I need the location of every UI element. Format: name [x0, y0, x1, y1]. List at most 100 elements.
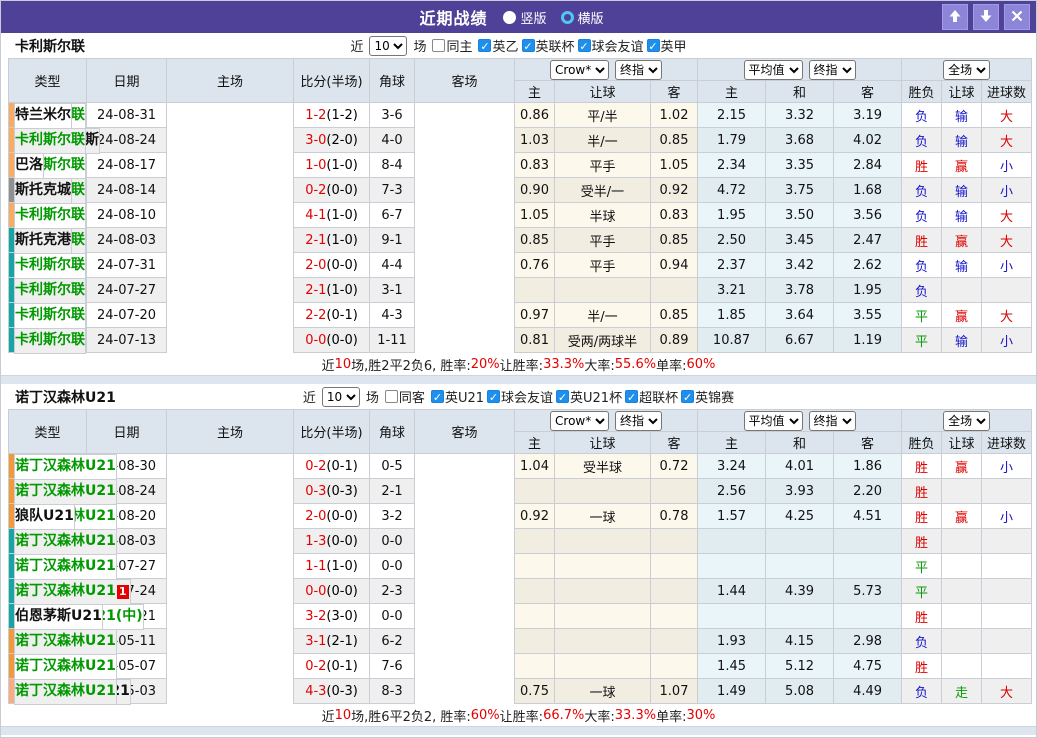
- team-name: 诺丁汉森林U21: [15, 389, 116, 406]
- checkbox-checked-icon[interactable]: ✓: [556, 390, 570, 404]
- odds-away: 0.85: [649, 302, 699, 328]
- team-label: 诺丁汉森林U21: [15, 482, 116, 499]
- checkbox-checked-icon[interactable]: ✓: [646, 39, 660, 53]
- handicap-line: [554, 603, 651, 629]
- near-label: 近: [350, 40, 364, 55]
- checkbox-unchecked-icon[interactable]: [384, 390, 398, 403]
- checkbox-checked-icon[interactable]: ✓: [577, 39, 591, 53]
- checkbox-checked-icon[interactable]: ✓: [478, 39, 492, 53]
- corner-score: 0-0: [369, 528, 415, 554]
- result-handicap: [941, 603, 983, 629]
- league-filter[interactable]: ✓ 英U21: [430, 387, 484, 406]
- avg-odds-select[interactable]: 平均值: [743, 59, 803, 80]
- col-header-score: 比分(半场): [293, 409, 370, 454]
- score: 2-2(0-1): [293, 302, 370, 328]
- half-time-score: (1-0): [326, 558, 358, 574]
- full-time-score: 0-0: [305, 332, 327, 348]
- match-scope-group: 全场: [901, 58, 1033, 81]
- checkbox-checked-icon[interactable]: ✓: [521, 39, 535, 53]
- corner-score: 1-11: [369, 327, 415, 353]
- corner-score: 7-3: [369, 177, 415, 203]
- league-filter[interactable]: ✓ 超联杯: [625, 387, 678, 406]
- summary-value: 10: [334, 707, 352, 723]
- full-time-score: 2-1: [305, 282, 327, 298]
- recent-games-select[interactable]: 10: [369, 35, 408, 56]
- final-odds-select[interactable]: 终指: [615, 59, 663, 80]
- recent-games-select[interactable]: 10: [321, 386, 360, 407]
- avg-home-odds: 2.34: [697, 152, 767, 178]
- away-team: 斯托克港: [14, 227, 72, 254]
- col-header-away: 客场: [414, 58, 515, 103]
- half-time-score: (0-3): [326, 683, 358, 699]
- team-label: 伯恩茅斯U21: [15, 607, 102, 624]
- full-time-score: 2-0: [305, 508, 327, 524]
- avg-home-odds: 4.72: [697, 177, 767, 203]
- league-filter[interactable]: ✓ 英U21杯: [556, 387, 622, 406]
- match-row: 英U2124-05-07富咸U210-2(0-1)7-6诺丁汉森林U211.45…: [8, 653, 1033, 680]
- full-match-select[interactable]: 全场: [943, 59, 991, 80]
- titlebar-buttons: [942, 4, 1030, 30]
- match-row: 英乙24-08-10吉林汉姆4-1(1-0)6-7卡利斯尔联1.05半球0.83…: [8, 202, 1033, 229]
- col-header-odds-home: 主: [514, 431, 555, 454]
- col-header-handicap: 让球: [554, 431, 651, 454]
- away-team: 狼队U21: [14, 503, 75, 530]
- final-odds-select[interactable]: 终指: [615, 410, 663, 431]
- move-down-button[interactable]: [973, 4, 999, 30]
- team-label: 诺丁汉森林U21: [15, 458, 116, 474]
- radio-horizontal-layout[interactable]: 横版: [560, 8, 604, 27]
- result-handicap: 输: [941, 252, 983, 278]
- corner-score: 4-4: [369, 252, 415, 278]
- summary-text: 大率:: [584, 358, 615, 374]
- away-team: 诺丁汉森林U21: [14, 454, 117, 480]
- checkbox-checked-icon[interactable]: ✓: [430, 390, 444, 404]
- odds-source-select[interactable]: Crow*: [550, 410, 610, 431]
- handicap-line: 受半球: [554, 453, 651, 479]
- league-filter[interactable]: ✓ 英锦赛: [681, 387, 734, 406]
- checkbox-unchecked-icon[interactable]: [432, 39, 446, 52]
- same-venue-label: 同客: [398, 391, 425, 406]
- odds-home: 0.86: [514, 102, 555, 128]
- checkbox-checked-icon[interactable]: ✓: [625, 390, 639, 404]
- odds-home: 0.85: [514, 227, 555, 253]
- same-venue-filter[interactable]: 同客: [384, 387, 425, 406]
- league-filter[interactable]: ✓ 球会友谊: [487, 387, 553, 406]
- final-odds-select-2[interactable]: 终指: [808, 59, 856, 80]
- radio-vertical-layout[interactable]: 竖版: [503, 8, 547, 27]
- col-header-avg-away: 客: [833, 80, 903, 103]
- league-filter[interactable]: ✓ 英乙: [478, 36, 519, 55]
- result-outcome: 胜: [901, 603, 943, 629]
- avg-odds-select[interactable]: 平均值: [743, 410, 803, 431]
- avg-draw-odds: 5.08: [765, 678, 835, 704]
- odds-source-select[interactable]: Crow*: [550, 59, 610, 80]
- down-arrow-icon: [979, 9, 993, 26]
- result-goals: 小: [981, 453, 1033, 479]
- score: 1-1(1-0): [293, 553, 370, 579]
- col-header-avg-home: 主: [697, 431, 767, 454]
- avg-away-odds: 1.95: [833, 277, 903, 303]
- move-up-button[interactable]: [942, 4, 968, 30]
- league-filter[interactable]: ✓ 球会友谊: [577, 36, 644, 55]
- full-match-select[interactable]: 全场: [943, 410, 991, 431]
- close-button[interactable]: [1004, 4, 1030, 30]
- avg-draw-odds: 4.39: [765, 578, 835, 604]
- league-filter[interactable]: ✓ 英甲: [646, 36, 687, 55]
- result-outcome: 胜: [901, 453, 943, 479]
- team-label: 狼队U21: [15, 507, 74, 524]
- league-filter[interactable]: ✓ 英联杯: [521, 36, 575, 55]
- final-odds-select-2[interactable]: 终指: [808, 410, 856, 431]
- result-goals: [981, 603, 1033, 629]
- avg-odds-group: 平均值 终指: [697, 409, 903, 432]
- games-label: 场: [413, 40, 427, 55]
- same-venue-filter[interactable]: 同主: [432, 36, 472, 55]
- summary-text: 让胜率:: [499, 358, 544, 374]
- match-row: 英乙24-08-17卡利斯尔联1-0(1-0)8-4巴洛0.83平手1.052.…: [8, 152, 1033, 179]
- section-header: 诺丁汉森林U21 近 10 场 同客 ✓ 英U21 ✓ 球会友谊 ✓ 英U21杯 ✓ 超联杯 ✓…: [1, 384, 1036, 409]
- full-time-score: 1-2: [305, 107, 327, 123]
- result-goals: 小: [981, 152, 1033, 178]
- recent-results-window: 近期战绩 竖版 横版 卡利斯尔联 近 10 场 同主 ✓ 英乙 ✓ 英联杯 ✓ …: [0, 0, 1037, 738]
- checkbox-checked-icon[interactable]: ✓: [681, 390, 695, 404]
- checkbox-checked-icon[interactable]: ✓: [487, 390, 500, 404]
- result-outcome: 胜: [901, 528, 943, 554]
- avg-away-odds: 3.56: [833, 202, 903, 228]
- result-outcome: 平: [901, 327, 943, 353]
